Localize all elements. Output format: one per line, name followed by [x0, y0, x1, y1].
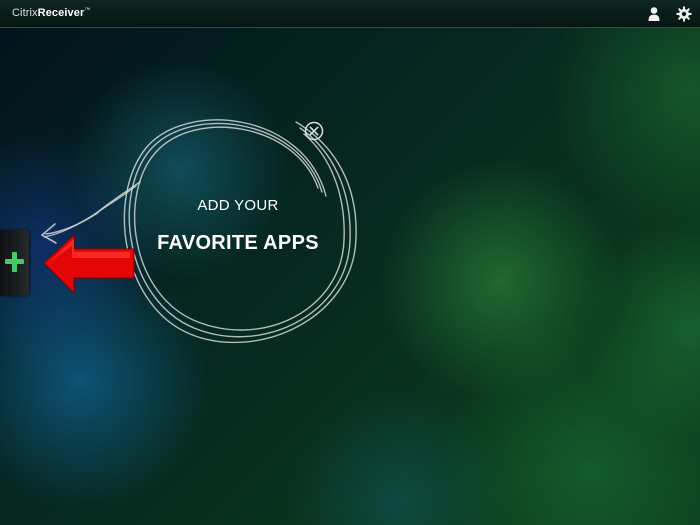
pointer-arrow-icon [43, 233, 135, 295]
brand-prefix: Citrix [12, 7, 38, 19]
gear-icon[interactable] [676, 6, 692, 22]
hint-chalk-circle [40, 119, 357, 343]
close-circle-icon[interactable] [304, 121, 324, 141]
app-screen: CitrixReceiver™ ADD YOUR FAVORITE APPS [0, 0, 700, 525]
hint-title-line1: ADD YOUR [197, 197, 279, 214]
add-apps-button[interactable] [0, 230, 29, 296]
brand-name: Receiver [37, 7, 85, 19]
hint-title-line2: FAVORITE APPS [157, 232, 319, 254]
brand-trademark: ™ [84, 7, 91, 14]
user-icon[interactable] [646, 6, 662, 22]
top-bar: CitrixReceiver™ [0, 0, 700, 28]
citrix-receiver-logo: CitrixReceiver™ [12, 7, 90, 19]
